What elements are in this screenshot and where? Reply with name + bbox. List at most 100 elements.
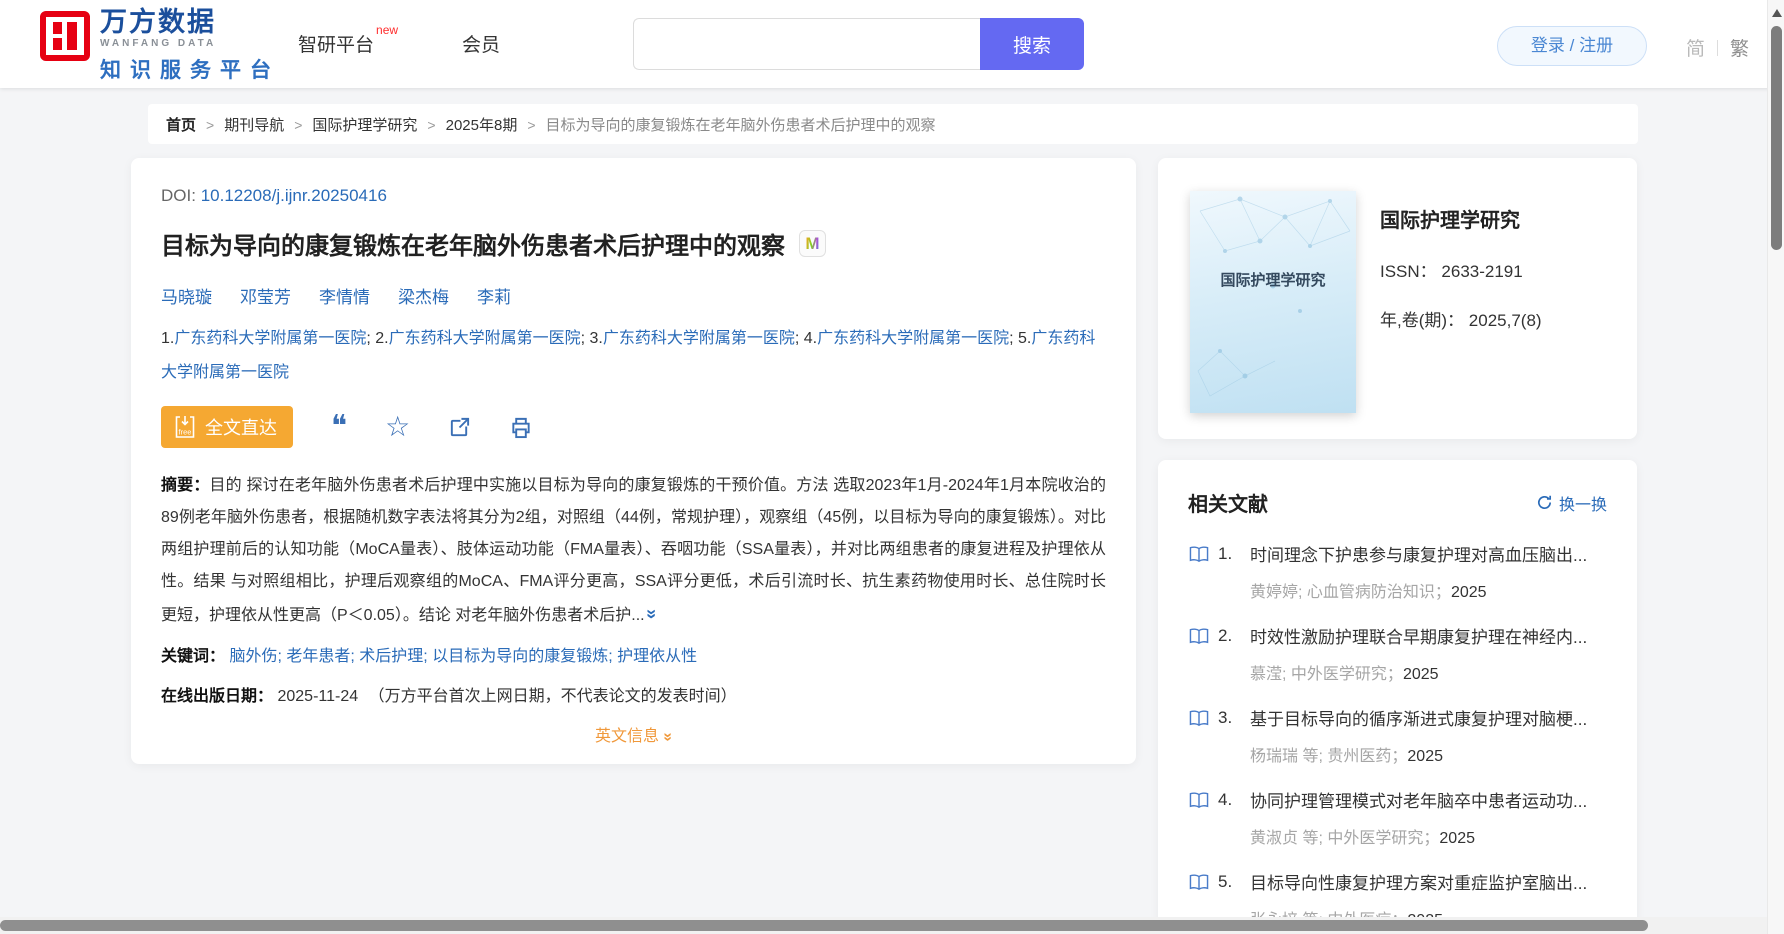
print-icon[interactable] <box>509 416 533 439</box>
share-export-icon[interactable] <box>448 416 471 439</box>
author-link[interactable]: 梁杰梅 <box>398 283 449 308</box>
title-row: 目标为导向的康复锻炼在老年脑外伤患者术后护理中的观察 M <box>161 226 1106 261</box>
related-item-source[interactable]: 中外医学研究 <box>1291 666 1403 683</box>
brand-tagline: 知识服务平台 <box>100 59 280 82</box>
vertical-scrollbar[interactable] <box>1767 0 1784 934</box>
logo-text: 万方数据 WANFANG DATA 知识服务平台 <box>100 7 280 84</box>
online-date-value: 2025-11-24 <box>277 688 359 705</box>
related-item: 2. 时效性激励护理联合早期康复护理在神经内... 慕滢; 中外医学研究2025 <box>1188 623 1607 684</box>
refresh-related-button[interactable]: 换一换 <box>1536 491 1607 515</box>
english-info-row: 英文信息» <box>161 722 1106 746</box>
english-info-link[interactable]: 英文信息 <box>595 728 659 745</box>
author-link[interactable]: 马晓璇 <box>161 283 212 308</box>
doi-link[interactable]: 10.12208/j.ijnr.20250416 <box>201 186 387 205</box>
keyword-link[interactable]: 护理依从性 <box>617 648 697 665</box>
wanfang-logo[interactable]: 万方数据 WANFANG DATA 知识服务平台 <box>40 7 280 84</box>
doi-label: DOI: <box>161 186 196 205</box>
related-title: 相关文献 <box>1188 494 1268 516</box>
related-item-title[interactable]: 协同护理管理模式对老年脑卒中患者运动功... <box>1250 787 1587 812</box>
breadcrumb-journal[interactable]: 国际护理学研究 <box>284 114 417 135</box>
journal-cover-title: 国际护理学研究 <box>1220 272 1326 289</box>
affiliation-link[interactable]: 广东药科大学附属第一医院 <box>389 330 581 347</box>
breadcrumb-journal-nav[interactable]: 期刊导航 <box>196 114 284 135</box>
related-item-authors[interactable]: 慕滢; <box>1250 666 1286 683</box>
header: 万方数据 WANFANG DATA 知识服务平台 智研平台new 会员 搜索 登… <box>0 0 1784 88</box>
related-item-title[interactable]: 时效性激励护理联合早期康复护理在神经内... <box>1250 623 1587 648</box>
journal-cover[interactable]: 国际护理学研究 <box>1190 191 1356 413</box>
brand-name: 万方数据 <box>100 7 216 37</box>
keyword-link[interactable]: 脑外伤 <box>229 648 286 665</box>
abstract-label: 摘要： <box>161 477 210 494</box>
doi-row: DOI: 10.12208/j.ijnr.20250416 <box>161 186 1106 206</box>
lang-traditional[interactable]: 繁 <box>1730 34 1749 61</box>
journal-name-link[interactable]: 国际护理学研究 <box>1380 204 1542 233</box>
related-item-year: 2025 <box>1407 748 1443 765</box>
keywords-row: 关键词： 脑外伤 老年患者 术后护理 以目标为导向的康复锻炼 护理依从性 <box>161 642 1106 666</box>
breadcrumb-home[interactable]: 首页 <box>166 114 196 135</box>
lang-divider <box>1717 39 1719 56</box>
related-item-title[interactable]: 基于目标导向的循序渐进式康复护理对脑梗... <box>1250 705 1587 730</box>
book-icon <box>1189 627 1209 644</box>
nav-item-zhiyan[interactable]: 智研平台new <box>298 23 398 57</box>
keyword-link[interactable]: 老年患者 <box>286 648 359 665</box>
related-item-authors[interactable]: 黄婷婷; <box>1250 584 1302 601</box>
expand-abstract-icon[interactable]: » <box>636 609 668 619</box>
related-item-source[interactable]: 心血管病防治知识 <box>1307 584 1451 601</box>
vertical-scrollbar-thumb[interactable] <box>1771 26 1782 250</box>
favorite-star-icon[interactable]: ☆ <box>385 413 410 441</box>
related-item-year: 2025 <box>1402 666 1439 683</box>
affiliation: 4.广东药科大学附属第一医院 <box>804 330 1018 347</box>
breadcrumb-current-article: 目标为导向的康复锻炼在老年脑外伤患者术后护理中的观察 <box>517 114 936 135</box>
author-link[interactable]: 邓莹芳 <box>240 283 291 308</box>
horizontal-scrollbar[interactable] <box>0 917 1767 934</box>
language-switch: 简 繁 <box>1686 34 1749 61</box>
book-icon <box>1189 873 1209 890</box>
related-item-year: 2025 <box>1450 584 1487 601</box>
related-item-title[interactable]: 时间理念下护患参与康复护理对高血压脑出... <box>1250 541 1587 566</box>
journal-volume: 年,卷(期)： 2025,7(8) <box>1380 311 1542 330</box>
affiliation-link[interactable]: 广东药科大学附属第一医院 <box>174 330 366 347</box>
abstract-text: 目的 探讨在老年脑外伤患者术后护理中实施以目标为导向的康复锻炼的干预价值。方法 … <box>161 477 1106 624</box>
metrics-badge[interactable]: M <box>799 230 826 257</box>
author-link[interactable]: 李莉 <box>477 283 511 308</box>
lang-simplified[interactable]: 简 <box>1686 34 1705 61</box>
page: 万方数据 WANFANG DATA 知识服务平台 智研平台new 会员 搜索 登… <box>0 0 1784 934</box>
authors-row: 马晓璇 邓莹芳 李情情 梁杰梅 李莉 <box>161 283 1106 308</box>
affiliation-link[interactable]: 广东药科大学附属第一医院 <box>603 330 795 347</box>
online-date-row: 在线出版日期： 2025-11-24 （万方平台首次上网日期，不代表论文的发表时… <box>161 682 1106 706</box>
keyword-link[interactable]: 以目标为导向的康复锻炼 <box>432 648 617 665</box>
cite-icon[interactable]: ❝ <box>331 412 347 442</box>
affiliations-row: 1.广东药科大学附属第一医院 2.广东药科大学附属第一医院 3.广东药科大学附属… <box>161 322 1106 390</box>
scroll-up-arrow-icon[interactable] <box>1772 9 1782 17</box>
related-item-source[interactable]: 中外医学研究 <box>1327 830 1439 847</box>
author-link[interactable]: 李情情 <box>319 283 370 308</box>
search-button[interactable]: 搜索 <box>980 18 1084 70</box>
book-icon <box>1189 545 1209 562</box>
keywords-label: 关键词： <box>161 648 226 665</box>
related-item: 1. 时间理念下护患参与康复护理对高血压脑出... 黄婷婷; 心血管病防治知识2… <box>1188 541 1607 602</box>
article-title: 目标为导向的康复锻炼在老年脑外伤患者术后护理中的观察 <box>161 233 785 260</box>
journal-card: 国际护理学研究 国际护理学研究 ISSN： 2633-2191 年,卷(期)： … <box>1158 158 1637 439</box>
article-card: DOI: 10.12208/j.ijnr.20250416 目标为导向的康复锻炼… <box>131 158 1136 764</box>
related-item-authors[interactable]: 杨瑞瑞 等; <box>1250 748 1323 765</box>
login-register-button[interactable]: 登录 / 注册 <box>1497 26 1647 66</box>
related-item-title[interactable]: 目标导向性康复护理方案对重症监护室脑出... <box>1250 869 1587 894</box>
online-date-note: （万方平台首次上网日期，不代表论文的发表时间） <box>368 688 737 705</box>
fulltext-button[interactable]: free 全文直达 <box>161 406 293 448</box>
related-item-source[interactable]: 贵州医药 <box>1327 748 1407 765</box>
free-download-icon: free <box>175 416 195 438</box>
wanfang-logo-icon <box>40 11 90 61</box>
search-input[interactable] <box>633 18 980 70</box>
keyword-link[interactable]: 术后护理 <box>359 648 432 665</box>
horizontal-scrollbar-thumb[interactable] <box>0 920 1648 931</box>
related-item-authors[interactable]: 黄淑贞 等; <box>1250 830 1323 847</box>
breadcrumb: 首页 期刊导航 国际护理学研究 2025年8期 目标为导向的康复锻炼在老年脑外伤… <box>148 104 1638 144</box>
nav-item-member[interactable]: 会员 <box>462 30 500 57</box>
expand-english-icon: » <box>659 732 677 742</box>
affiliation-link[interactable]: 广东药科大学附属第一医院 <box>817 330 1009 347</box>
refresh-icon <box>1537 495 1552 509</box>
related-list: 1. 时间理念下护患参与康复护理对高血压脑出... 黄婷婷; 心血管病防治知识2… <box>1188 541 1607 930</box>
related-header: 相关文献 换一换 <box>1188 488 1607 517</box>
breadcrumb-issue[interactable]: 2025年8期 <box>417 114 518 135</box>
related-item-year: 2025 <box>1439 830 1475 847</box>
